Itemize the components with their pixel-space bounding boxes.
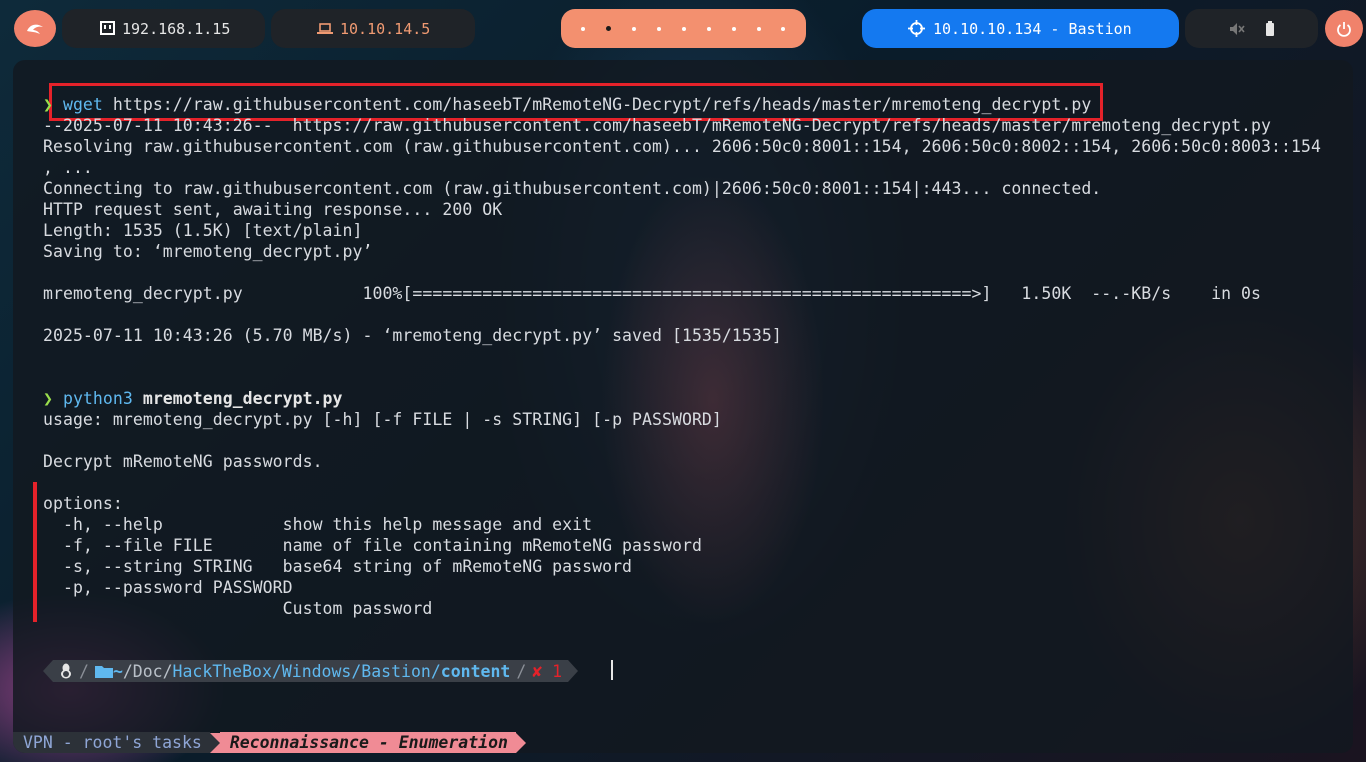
workspace-dot[interactable] [632, 26, 637, 31]
path-home: ~ [112, 661, 123, 681]
command-name: python3 [62, 389, 133, 408]
tmux-status-bar: VPN - root's tasks Reconnaissance - Enum… [13, 732, 526, 753]
top-bar: 192.168.1.15 10.10.14.5 10.10.10.134 - B… [0, 0, 1366, 58]
ethernet-icon [100, 21, 115, 35]
power-button[interactable] [1325, 10, 1363, 47]
exit-code: 1 [552, 661, 563, 681]
workspace-dot[interactable] [581, 26, 586, 31]
terminal-line: Connecting to raw.githubusercontent.com … [43, 179, 1102, 198]
workspace-dot[interactable] [657, 26, 662, 31]
prompt-separator: / [79, 661, 89, 681]
terminal-line: Decrypt mRemoteNG passwords. [43, 452, 323, 471]
session-label[interactable]: VPN - root's tasks [13, 732, 210, 753]
workspace-dot[interactable] [731, 26, 736, 31]
system-tray [1185, 9, 1318, 48]
terminal-line: 2025-07-11 10:43:26 (5.70 MB/s) - ‘mremo… [43, 326, 782, 345]
terminal-line: -h, --help show this help message and ex… [43, 515, 593, 534]
command-args: https://raw.githubusercontent.com/haseeb… [102, 95, 1092, 114]
workspace-dot[interactable] [756, 26, 761, 31]
laptop-icon [317, 23, 333, 34]
highlight-bar-options [33, 482, 37, 622]
prompt-cap-left [43, 660, 53, 682]
error-mark-icon: ✘ [532, 661, 543, 681]
prompt-os-segment: / ~/Doc/HackTheBox/Windows/Bastion/conte… [53, 660, 569, 682]
terminal-line: Length: 1535 (1.5K) [text/plain] [43, 221, 363, 240]
power-icon [1337, 21, 1351, 37]
battery-icon[interactable] [1265, 21, 1275, 36]
prompt-cap-right [568, 660, 579, 682]
terminal-line: mremoteng_decrypt.py 100%[==============… [43, 284, 1262, 303]
workspace-dot[interactable] [706, 26, 711, 31]
terminal-window[interactable]: ❯ wget https://raw.githubusercontent.com… [13, 60, 1353, 753]
prompt-arrow: ❯ [43, 95, 53, 114]
path-part: HackTheBox [172, 661, 272, 681]
prompt-arrow: ❯ [43, 389, 53, 408]
target-widget[interactable]: 10.10.10.134 - Bastion [862, 9, 1179, 48]
kali-logo-button[interactable] [14, 10, 56, 47]
terminal-line: usage: mremoteng_decrypt.py [-h] [-f FIL… [43, 410, 722, 429]
terminal-line: , ... [43, 158, 93, 177]
terminal-line: Custom password [43, 599, 433, 618]
target-text: 10.10.10.134 - Bastion [933, 19, 1132, 38]
terminal-line: -p, --password PASSWORD [43, 578, 293, 597]
text-cursor [611, 660, 613, 680]
workspace-dot-active[interactable] [606, 26, 612, 31]
terminal-line: ❯ wget https://raw.githubusercontent.com… [43, 94, 1091, 115]
shell-prompt: / ~/Doc/HackTheBox/Windows/Bastion/conte… [43, 660, 579, 682]
path-current: content [440, 661, 511, 681]
local-ip-widget[interactable]: 192.168.1.15 [62, 9, 265, 48]
terminal-line: options: [43, 494, 123, 513]
terminal-line: ❯ python3 mremoteng_decrypt.py [43, 388, 343, 409]
workspace-dot[interactable] [781, 26, 786, 31]
task-label[interactable]: Reconnaissance - Enumeration [219, 732, 516, 753]
terminal-line: -f, --file FILE name of file containing … [43, 536, 702, 555]
crosshair-icon [908, 20, 925, 37]
workspaces-bar[interactable] [561, 9, 806, 48]
terminal-line: Saving to: ‘mremoteng_decrypt.py’ [43, 242, 373, 261]
path-part: /Windows/Bastion/ [271, 661, 441, 681]
path-part: /Doc/ [122, 661, 173, 681]
terminal-line: HTTP request sent, awaiting response... … [43, 200, 503, 219]
terminal-line: Resolving raw.githubusercontent.com (raw… [43, 137, 1321, 156]
vpn-ip-text: 10.10.14.5 [340, 19, 431, 38]
local-ip-text: 192.168.1.15 [122, 19, 231, 38]
mute-icon[interactable] [1229, 22, 1245, 36]
command-args: mremoteng_decrypt.py [132, 389, 343, 408]
prompt-separator: / [516, 661, 527, 681]
terminal-line: --2025-07-11 10:43:26-- https://raw.gith… [43, 116, 1272, 135]
status-separator [209, 732, 220, 753]
status-separator [515, 732, 526, 753]
wallpaper-figure [553, 60, 873, 753]
workspace-dot[interactable] [681, 26, 686, 31]
linux-icon [61, 663, 71, 679]
dragon-icon [27, 24, 43, 34]
folder-icon [94, 666, 113, 678]
terminal-line: -s, --string STRING base64 string of mRe… [43, 557, 633, 576]
command-name: wget [62, 95, 103, 114]
vpn-ip-widget[interactable]: 10.10.14.5 [271, 9, 475, 48]
